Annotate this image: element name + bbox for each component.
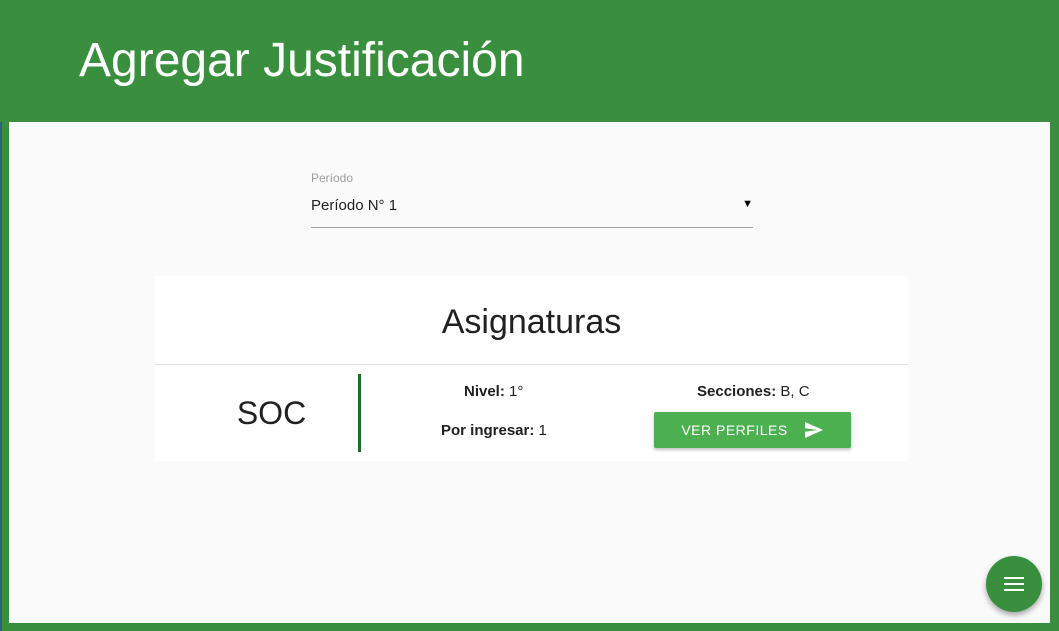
- dropdown-arrow-icon[interactable]: ▼: [742, 198, 753, 210]
- subjects-card-title: Asignaturas: [441, 303, 622, 341]
- nivel-value: 1°: [509, 383, 524, 400]
- period-select[interactable]: Período Período N° 1 ▼: [311, 168, 753, 228]
- nivel-label: Nivel:: [464, 383, 505, 400]
- nivel-info: Nivel: 1°: [464, 383, 523, 400]
- menu-icon: [1004, 577, 1024, 591]
- secciones-value: B, C: [780, 383, 810, 400]
- period-select-label: Período: [311, 171, 354, 185]
- card-divider: [155, 364, 908, 365]
- por-ingresar-info: Por ingresar: 1: [441, 422, 547, 439]
- app-header: Agregar Justificación: [0, 0, 1059, 122]
- secciones-info: Secciones: B, C: [697, 383, 810, 400]
- ver-perfiles-button[interactable]: VER PERFILES: [654, 412, 851, 448]
- send-icon: [804, 421, 824, 439]
- secciones-label: Secciones:: [697, 383, 777, 400]
- subjects-card: Asignaturas SOC Nivel: 1° Por ingresar: …: [155, 276, 908, 461]
- menu-fab-button[interactable]: [986, 556, 1042, 612]
- main-content: Período Período N° 1 ▼ Asignaturas SOC N…: [9, 122, 1050, 623]
- por-ingresar-label: Por ingresar:: [441, 422, 535, 439]
- page-title: Agregar Justificación: [79, 34, 525, 87]
- ver-perfiles-label: VER PERFILES: [681, 422, 788, 438]
- subject-code: SOC: [236, 395, 307, 431]
- period-select-value[interactable]: Período N° 1: [311, 197, 397, 214]
- period-select-underline: [311, 227, 753, 228]
- subject-accent-bar: [358, 374, 361, 452]
- por-ingresar-value: 1: [538, 422, 547, 439]
